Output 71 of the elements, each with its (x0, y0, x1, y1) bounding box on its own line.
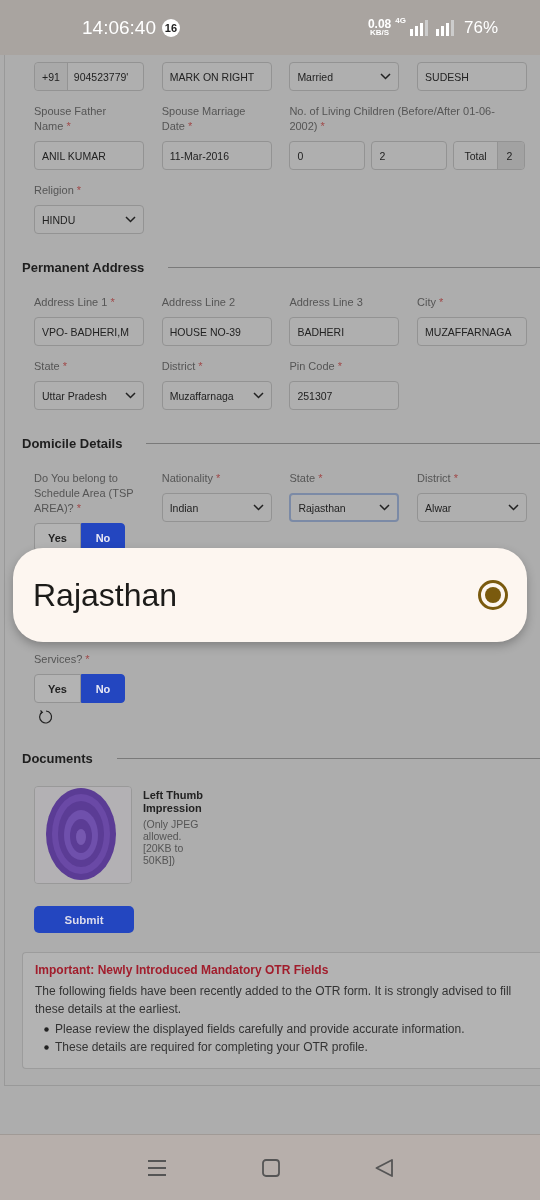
text-field[interactable]: HOUSE NO-39 (161, 317, 272, 346)
text-field[interactable]: ANIL KUMAR (34, 141, 144, 170)
field-label: No. of Living Children (Before/After 01-06-2002) * (289, 104, 496, 134)
field-label: Services? * (34, 652, 91, 667)
dropdown-field[interactable]: Muzaffarnaga (161, 381, 272, 410)
dropdown-field[interactable]: Rajasthan (289, 493, 400, 522)
notice-title: Important: Newly Introduced Mandatory OTR Fields (35, 963, 330, 977)
option-label[interactable]: Rajasthan (33, 576, 178, 614)
field-label: State * (289, 471, 324, 486)
chevron-down-icon (125, 392, 136, 399)
bullet-icon (44, 1044, 49, 1050)
field-label: District * (417, 471, 459, 486)
document-name: Left Thumb Impression (143, 789, 204, 815)
chevron-down-icon (252, 392, 264, 399)
chevron-down-icon (508, 504, 520, 511)
home-icon[interactable] (262, 1158, 280, 1177)
field-label: Do You belong to Schedule Area (TSP AREA)? * (34, 471, 135, 516)
toggle-option[interactable]: No (81, 674, 125, 703)
number-field[interactable]: 2 (371, 141, 448, 170)
text-field[interactable]: VPO- BADHERI,M (34, 317, 144, 346)
battery-level: 76% (463, 17, 498, 38)
status-time: 14:06:40 (82, 16, 156, 39)
field-label: Address Line 1 * (34, 295, 116, 310)
number-field[interactable]: 0 (289, 141, 366, 170)
submit-button[interactable]: Submit (34, 906, 134, 933)
document-hint: (Only JPEG allowed. [20KB to 50KB]) (143, 818, 200, 866)
signal-icon (435, 19, 456, 36)
section-heading: Permanent Address (22, 260, 145, 275)
toggle-option[interactable]: Yes (34, 674, 81, 703)
chevron-down-icon (252, 504, 264, 511)
text-field[interactable]: 251307 (289, 381, 400, 410)
text-field[interactable]: SUDESH (417, 62, 528, 91)
notice-text: The following fields have been recently added to the OTR form. It is strongly advised to fill these details at the earliest. (35, 983, 513, 1018)
text-field[interactable]: MARK ON RIGHT (161, 62, 272, 91)
text-field[interactable]: MUZAFFARNAGA (417, 317, 528, 346)
dropdown-field[interactable]: Indian (161, 493, 272, 522)
field-label: Pin Code * (289, 359, 343, 374)
notice-item: Please review the displayed fields carefully and provide accurate information. (55, 1021, 465, 1038)
notice-item: These details are required for completing your OTR profile. (55, 1039, 368, 1056)
field-label: Spouse Marriage Date * (161, 104, 247, 134)
field-label: State * (34, 359, 69, 374)
chevron-down-icon (379, 504, 391, 511)
section-heading: Documents (22, 751, 93, 766)
network-speed: 0.08 (367, 18, 392, 29)
reset-icon[interactable] (38, 709, 54, 725)
phone-field[interactable]: +91 904523779' (34, 62, 144, 91)
radio-button[interactable] (477, 579, 509, 611)
field-label: Spouse Father Name * (34, 104, 108, 134)
section-heading: Domicile Details (22, 436, 123, 451)
network-type: 4G (395, 15, 406, 25)
field-label: Address Line 2 (161, 295, 237, 310)
signal-icon (409, 19, 430, 36)
menu-icon[interactable] (147, 1158, 168, 1177)
field-label: Religion * (34, 183, 83, 198)
dropdown-field[interactable]: Uttar Pradesh (34, 381, 144, 410)
speed-unit: KB/S (370, 28, 390, 37)
field-label: City * (417, 295, 445, 310)
field-label: Address Line 3 (289, 295, 364, 310)
text-field[interactable]: 11-Mar-2016 (161, 141, 272, 170)
back-icon[interactable] (374, 1158, 393, 1177)
dropdown-field[interactable]: HINDU (34, 205, 144, 234)
chevron-down-icon (125, 216, 136, 223)
field-label: District * (161, 359, 204, 374)
field-label: Nationality * (161, 471, 222, 486)
chevron-down-icon (380, 73, 392, 80)
dropdown-field[interactable]: Alwar (417, 493, 528, 522)
text-field[interactable]: BADHERI (289, 317, 400, 346)
total-field: Total 2 (453, 141, 526, 170)
dropdown-field[interactable]: Married (289, 62, 400, 91)
bullet-icon (44, 1026, 49, 1032)
notification-badge: 16 (161, 18, 180, 37)
